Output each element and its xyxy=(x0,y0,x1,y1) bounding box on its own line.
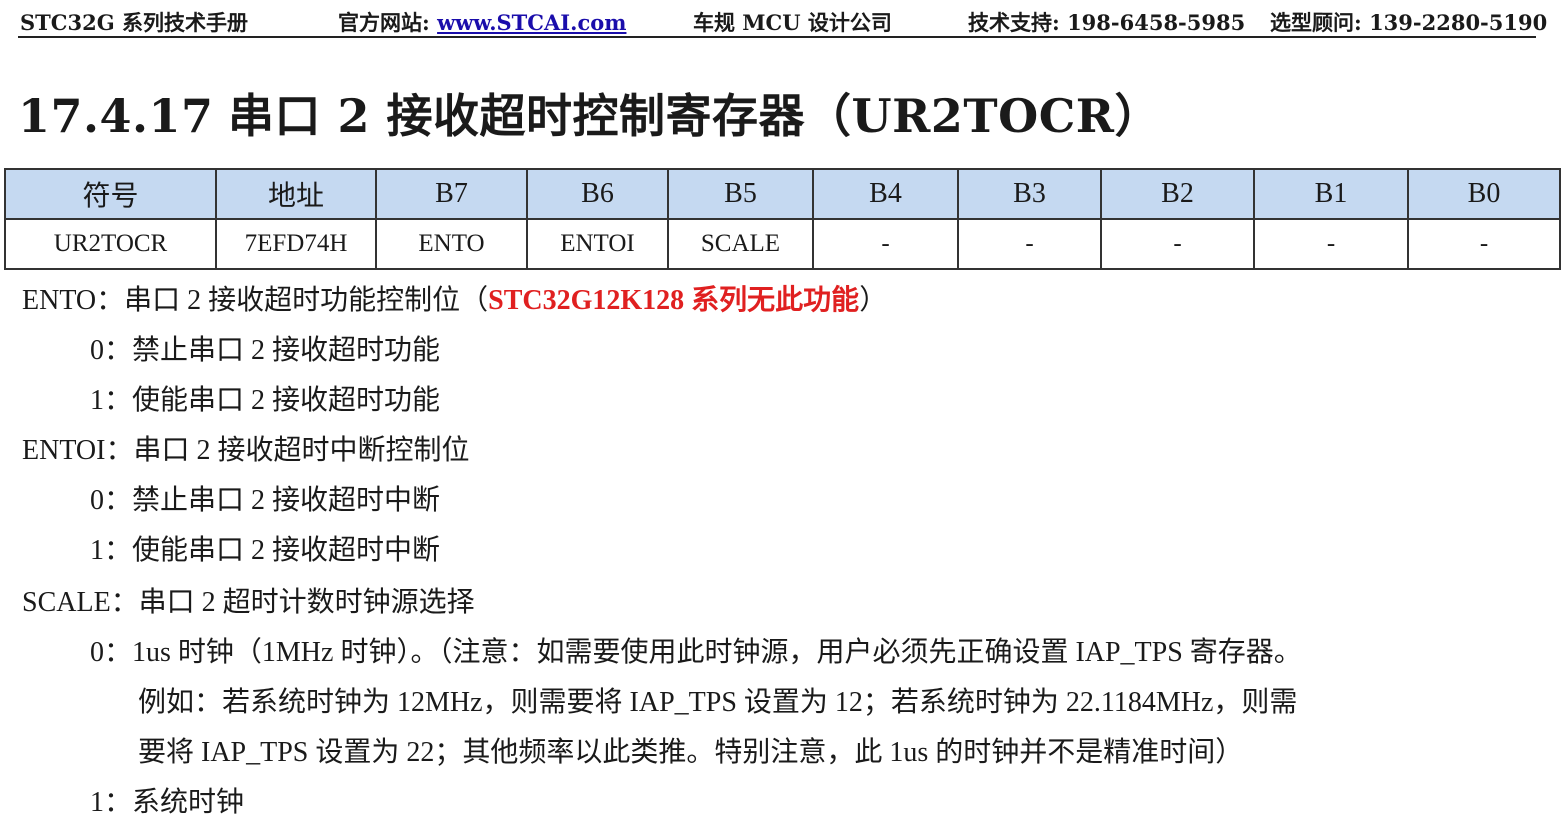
header-address: 地址 xyxy=(215,168,377,220)
cell-b2: - xyxy=(1100,218,1255,270)
site-link[interactable]: www.STCAI.com xyxy=(437,10,626,35)
header-symbol: 符号 xyxy=(4,168,217,220)
header-b0: B0 xyxy=(1407,168,1561,220)
section-title: 串口 2 接收超时控制寄存器（UR2TOCR） xyxy=(228,89,1162,143)
header-b5: B5 xyxy=(667,168,814,220)
entoi-option-1: 1：使能串口 2 接收超时中断 xyxy=(90,535,441,566)
selection-consultant: 选型顾问: 139-2280-5190 xyxy=(1270,10,1548,35)
register-table: 符号 地址 B7 B6 B5 B4 B3 B2 B1 B0 UR2TOCR 7E… xyxy=(4,168,1561,270)
ento-description: ENTO：串口 2 接收超时功能控制位（STC32G12K128 系列无此功能） xyxy=(22,278,887,318)
company-tagline: 车规 MCU 设计公司 xyxy=(693,10,892,35)
manual-title: STC32G 系列技术手册 xyxy=(20,10,248,35)
page-header: STC32G 系列技术手册 官方网站: www.STCAI.com 车规 MCU… xyxy=(18,4,1547,38)
site-label: 官方网站: xyxy=(338,10,438,35)
cell-b6: ENTOI xyxy=(526,218,669,270)
entoi-description: ENTOI：串口 2 接收超时中断控制位 xyxy=(22,435,470,466)
register-header-row: 符号 地址 B7 B6 B5 B4 B3 B2 B1 B0 xyxy=(4,168,1561,220)
header-b2: B2 xyxy=(1100,168,1255,220)
header-b3: B3 xyxy=(957,168,1102,220)
ento-option-0: 0：禁止串口 2 接收超时功能 xyxy=(90,335,441,366)
cell-b5: SCALE xyxy=(667,218,814,270)
header-b6: B6 xyxy=(526,168,669,220)
cell-address: 7EFD74H xyxy=(215,218,377,270)
cell-b0: - xyxy=(1407,218,1561,270)
cell-b7: ENTO xyxy=(375,218,528,270)
official-site: 官方网站: www.STCAI.com xyxy=(338,7,626,37)
scale-option-0-line1: 0：1us 时钟（1MHz 时钟）。（注意：如需要使用此时钟源，用户必须先正确设… xyxy=(90,637,1302,668)
ento-series-note: STC32G12K128 系列无此功能 xyxy=(488,285,860,316)
ento-label: ENTO：串口 2 接收超时功能控制位（ xyxy=(22,285,489,316)
entoi-option-0: 0：禁止串口 2 接收超时中断 xyxy=(90,485,441,516)
ento-option-1: 1：使能串口 2 接收超时功能 xyxy=(90,385,441,416)
header-b1: B1 xyxy=(1253,168,1409,220)
header-b4: B4 xyxy=(812,168,959,220)
ento-close: ） xyxy=(859,285,888,316)
section-number: 17.4.17 xyxy=(18,89,214,143)
cell-b3: - xyxy=(957,218,1102,270)
scale-option-0-line3: 要将 IAP_TPS 设置为 22；其他频率以此类推。特别注意，此 1us 的时… xyxy=(138,737,1244,768)
scale-description: SCALE：串口 2 超时计数时钟源选择 xyxy=(22,587,475,618)
section-heading: 17.4.17 串口 2 接收超时控制寄存器（UR2TOCR） xyxy=(18,80,1161,146)
tech-support: 技术支持: 198-6458-5985 xyxy=(968,10,1246,35)
register-value-row: UR2TOCR 7EFD74H ENTO ENTOI SCALE - - - -… xyxy=(4,218,1561,270)
cell-b4: - xyxy=(812,218,959,270)
scale-option-0-line2: 例如：若系统时钟为 12MHz，则需要将 IAP_TPS 设置为 12；若系统时… xyxy=(138,687,1298,718)
cell-symbol: UR2TOCR xyxy=(4,218,217,270)
cell-b1: - xyxy=(1253,218,1409,270)
scale-option-1: 1：系统时钟 xyxy=(90,787,245,818)
header-b7: B7 xyxy=(375,168,528,220)
